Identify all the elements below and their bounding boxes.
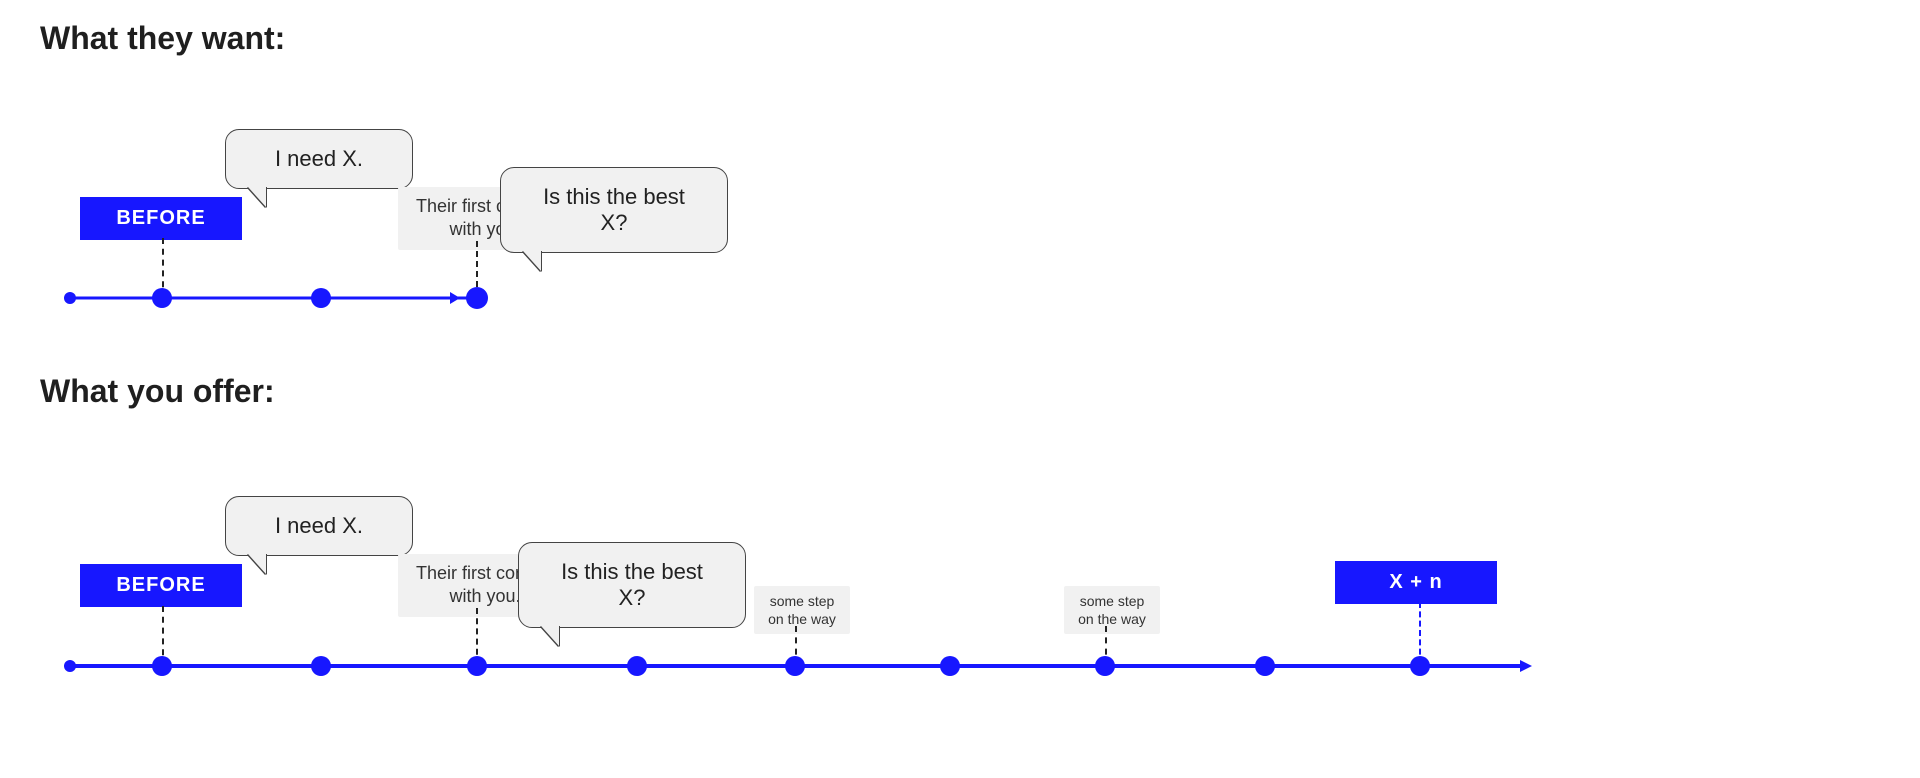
heading-offer: What you offer: <box>40 373 1880 410</box>
speech-best-want: Is this the best X? <box>500 167 728 253</box>
speech-best-offer-text: Is this the best X? <box>561 559 703 610</box>
before-box-want: BEFORE <box>80 197 242 240</box>
speech-need-want-text: I need X. <box>275 146 363 171</box>
speech-tail-icon <box>248 187 266 207</box>
diagram-root: What they want: BEFORE I need X. Their f… <box>0 0 1920 778</box>
timeline-offer-axis <box>62 651 1542 681</box>
speech-best-want-text: Is this the best X? <box>543 184 685 235</box>
speech-tail-icon <box>541 626 559 646</box>
speech-tail-icon <box>523 251 541 271</box>
panel-want: BEFORE I need X. Their first contact wit… <box>40 63 1880 363</box>
speech-need-want: I need X. <box>225 129 413 189</box>
timeline-want-axis <box>62 283 502 313</box>
speech-best-offer: Is this the best X? <box>518 542 746 628</box>
panel-offer: BEFORE I need X. Their first contact wit… <box>40 416 1880 736</box>
before-box-offer: BEFORE <box>80 564 242 607</box>
step-a-offer: some step on the way <box>754 586 850 634</box>
step-b-offer: some step on the way <box>1064 586 1160 634</box>
heading-want: What they want: <box>40 20 1880 57</box>
speech-tail-icon <box>248 554 266 574</box>
speech-need-offer: I need X. <box>225 496 413 556</box>
speech-need-offer-text: I need X. <box>275 513 363 538</box>
end-box-offer: X + n <box>1335 561 1497 604</box>
